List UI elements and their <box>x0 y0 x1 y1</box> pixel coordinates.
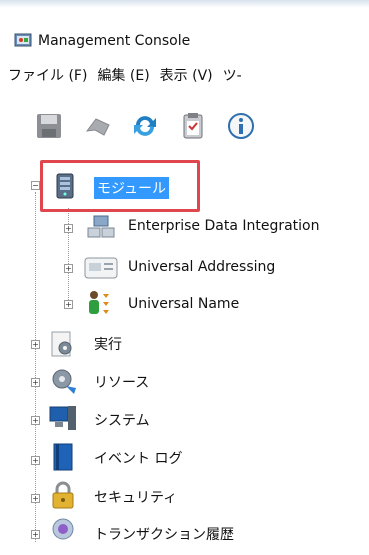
app-icon <box>14 31 32 49</box>
info-icon[interactable] <box>226 111 256 141</box>
resources-icon <box>48 366 78 396</box>
tree-item-label[interactable]: セキュリティ <box>94 487 177 507</box>
address-card-icon <box>84 257 118 279</box>
clipboard-icon[interactable] <box>178 111 208 141</box>
expand-toggle[interactable]: + <box>64 300 73 309</box>
menu-file[interactable]: ファイル (F) <box>8 65 87 91</box>
tree-line <box>35 192 36 542</box>
expand-toggle[interactable]: + <box>64 224 73 233</box>
collapse-toggle[interactable]: − <box>31 181 40 190</box>
menu-edit[interactable]: 編集 (E) <box>97 65 149 91</box>
window-top-edge <box>0 0 369 8</box>
refresh-icon[interactable] <box>130 111 160 141</box>
tree-item-label[interactable]: リソース <box>94 372 149 392</box>
history-icon <box>50 516 76 544</box>
expand-toggle[interactable]: + <box>31 530 40 539</box>
expand-toggle[interactable]: + <box>31 416 40 425</box>
tree-line <box>68 208 69 304</box>
tree-item-label[interactable]: システム <box>94 410 150 430</box>
expand-toggle[interactable]: + <box>31 456 40 465</box>
monitor-icon <box>48 404 78 432</box>
tree-child-label[interactable]: Enterprise Data Integration <box>128 218 320 234</box>
save-icon[interactable] <box>34 111 64 141</box>
lock-icon <box>50 480 76 510</box>
menu-view[interactable]: 表示 (V) <box>160 65 213 91</box>
menu-tools[interactable]: ツ- <box>223 65 242 91</box>
tree-item-label[interactable]: トランザクション履歴 <box>94 524 234 544</box>
menu-bar: ファイル (F) 編集 (E) 表示 (V) ツ- <box>0 65 242 91</box>
expand-toggle[interactable]: + <box>31 494 40 503</box>
expand-toggle[interactable]: + <box>31 378 40 387</box>
tree-item-label[interactable]: イベント ログ <box>94 448 182 468</box>
highlight-box <box>40 160 200 212</box>
data-integration-icon <box>86 214 116 240</box>
person-icon <box>84 288 114 318</box>
gear-icon <box>48 330 76 358</box>
management-console-window: Management Console ファイル (F) 編集 (E) 表示 (V… <box>0 0 369 555</box>
tree-item-label[interactable]: 実行 <box>94 334 122 354</box>
expand-toggle[interactable]: + <box>64 264 73 273</box>
undo-icon[interactable] <box>82 111 112 141</box>
tree-child-label[interactable]: Universal Name <box>128 296 239 312</box>
expand-toggle[interactable]: + <box>31 340 40 349</box>
window-title: Management Console <box>38 33 191 49</box>
tree-child-label[interactable]: Universal Addressing <box>128 259 275 275</box>
book-icon <box>50 442 76 472</box>
